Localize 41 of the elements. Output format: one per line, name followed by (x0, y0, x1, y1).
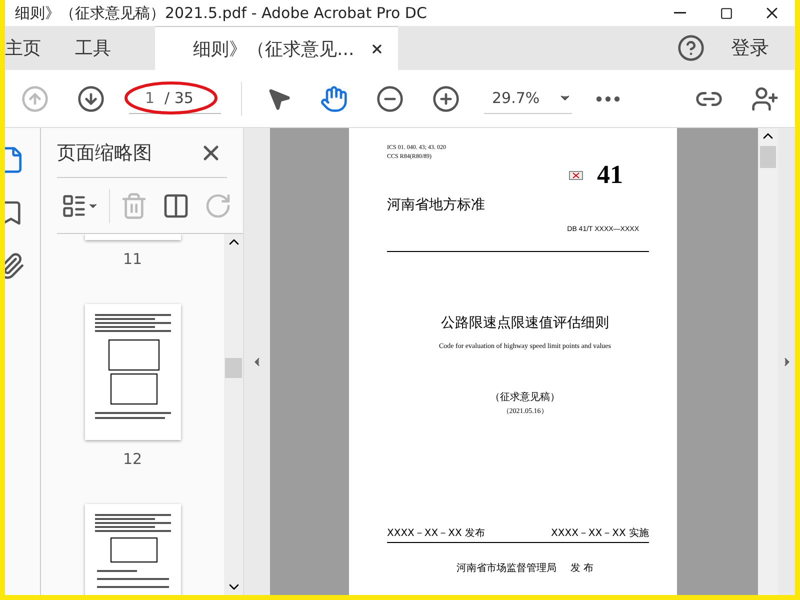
page-thumbnail[interactable] (84, 234, 180, 240)
arrow-down-icon (77, 84, 105, 112)
publish-date: XXXX－XX－XX 发布 (387, 527, 485, 540)
scroll-thumb[interactable] (225, 358, 242, 378)
scrollbar[interactable] (224, 234, 243, 595)
implement-date: XXXX－XX－XX 实施 (551, 526, 649, 540)
page-number: 11 (122, 250, 142, 268)
maximize-icon (720, 6, 732, 20)
close-icon (370, 42, 384, 56)
paperclip-icon (5, 252, 25, 280)
page-number: 12 (122, 450, 142, 468)
page-total: / 35 (164, 89, 194, 107)
scroll-thumb[interactable] (760, 146, 776, 168)
tab[interactable]: 工具 (75, 26, 145, 70)
more-icon (596, 96, 620, 102)
login-button[interactable]: 登录 (709, 26, 795, 70)
window-title: 细则》（征求意见稿）2021.5.pdf - Adobe Acrobat Pro DC (15, 4, 427, 22)
page-thumbnail[interactable] (84, 304, 180, 440)
help-icon (677, 34, 705, 62)
tab[interactable]: 主页 (5, 26, 75, 70)
zoom-in-icon (432, 84, 460, 112)
list-icon (61, 192, 87, 218)
minimize-icon (674, 12, 686, 14)
rotate-icon (204, 192, 232, 220)
document-title: 公路限速点限速值评估细则 (441, 314, 609, 332)
hand-icon (320, 84, 348, 112)
zoom-out-icon (376, 84, 404, 112)
arrow-up-icon (21, 84, 49, 112)
scrollbar[interactable] (758, 128, 778, 595)
issuer: 河南省市场监督管理局 (456, 562, 556, 575)
trash-icon (120, 192, 148, 220)
standard-org: 河南省地方标准 (387, 196, 486, 214)
zoom-dropdown[interactable]: 29.7% (484, 84, 572, 114)
broken-image-icon (569, 170, 583, 180)
standard-number: 41 (597, 160, 623, 190)
draft-label: （征求意见稿） (490, 390, 560, 404)
issue-label: 发 布 (570, 562, 594, 575)
panel-title: 页面缩略图 (57, 140, 152, 166)
page-number-field[interactable]: 1 (145, 89, 155, 107)
add-user-icon (751, 84, 779, 112)
tab[interactable]: 细则》（征求意见... (155, 26, 398, 70)
